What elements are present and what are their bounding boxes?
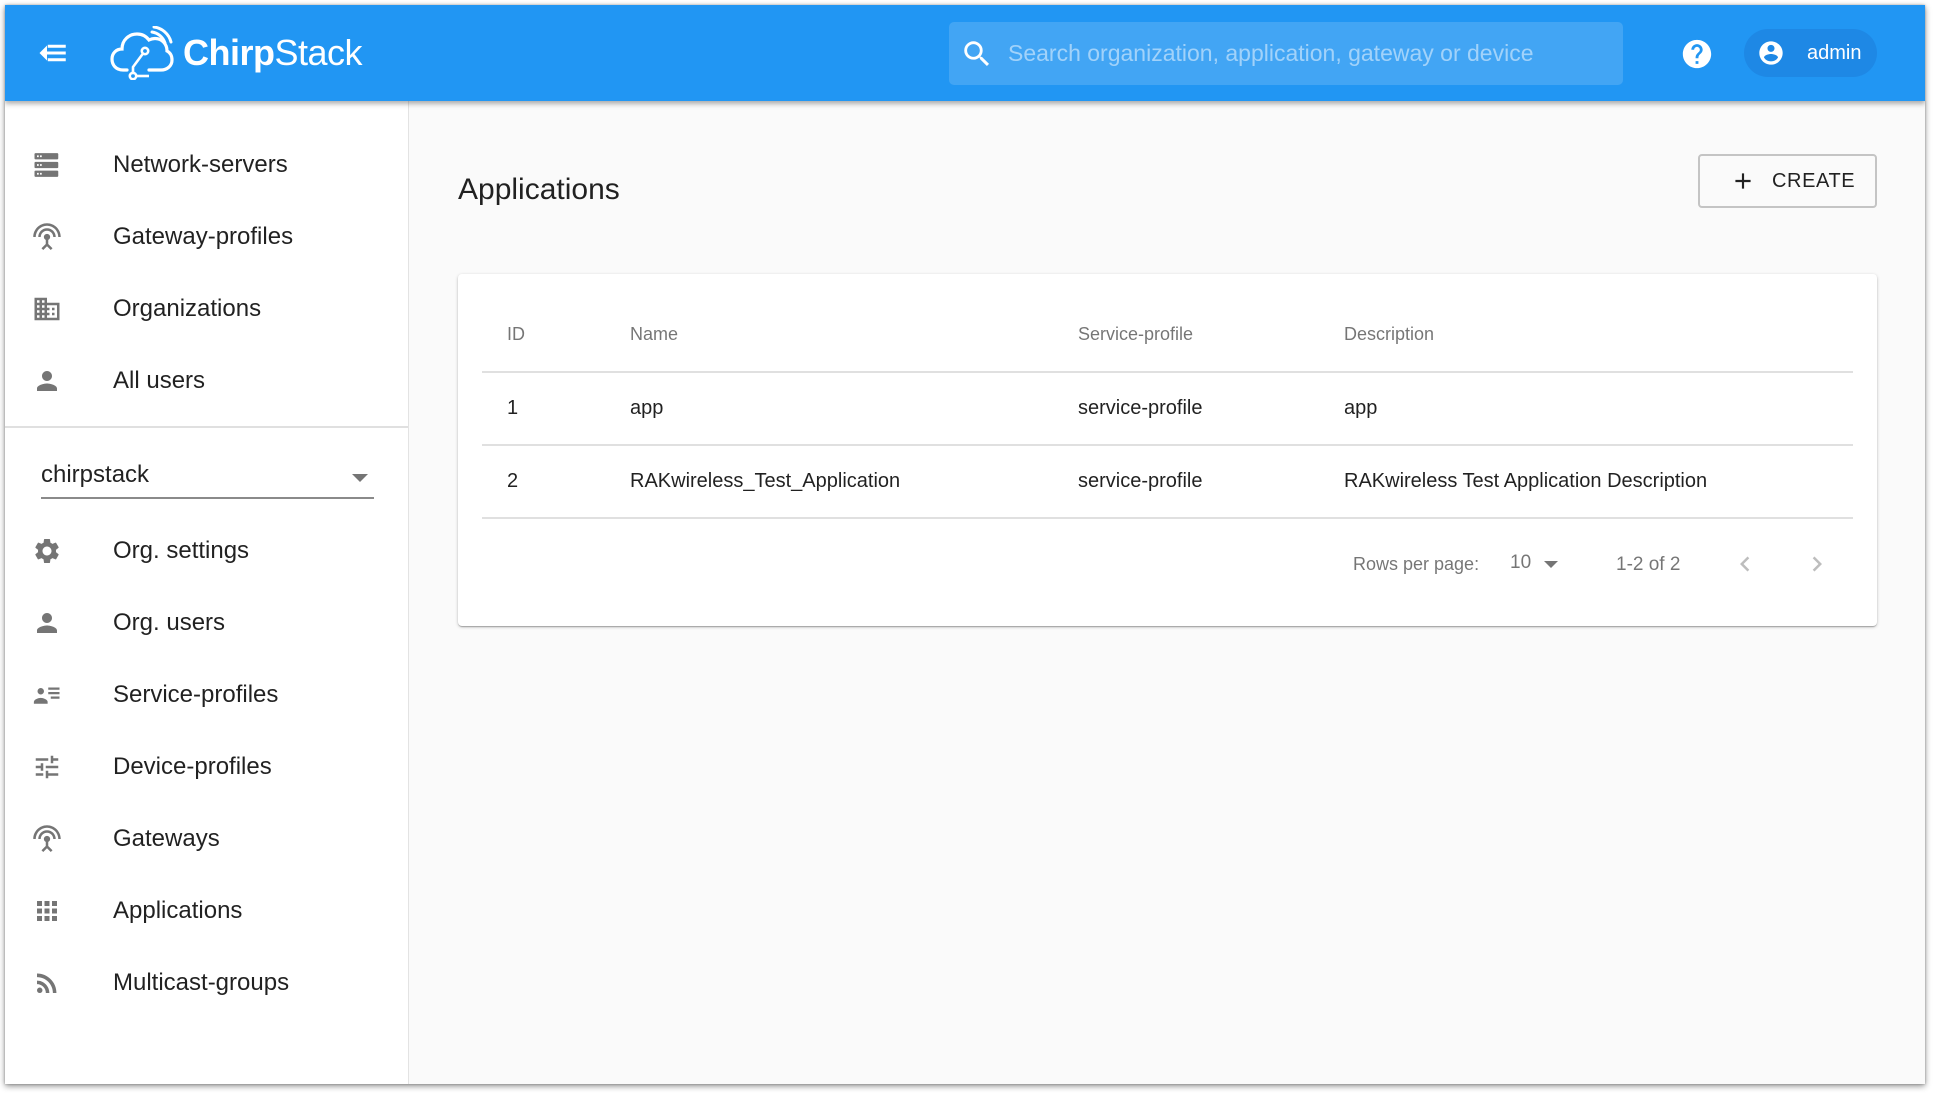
table-pagination: Rows per page: 10 1-2 of 2 — [458, 534, 1877, 594]
sidebar-item-service-profiles[interactable]: Service-profiles — [5, 659, 408, 731]
sidebar-item-network-servers[interactable]: Network-servers — [5, 129, 408, 201]
column-header-name: Name — [630, 324, 679, 344]
menu-collapse-icon — [39, 44, 66, 62]
person-icon — [32, 608, 62, 638]
organization-select-value: chirpstack — [41, 461, 150, 488]
table-row[interactable]: 2 RAKwireless_Test_Application service-p… — [482, 446, 1853, 519]
help-icon — [1682, 39, 1712, 69]
cell-id: 1 — [507, 397, 519, 419]
sidebar-item-label: Organizations — [113, 295, 262, 322]
collapse-menu-button[interactable] — [35, 35, 71, 71]
rows-per-page-select[interactable]: 10 — [1510, 552, 1566, 580]
create-application-button[interactable]: CREATE — [1698, 154, 1877, 208]
sidebar-item-org-users[interactable]: Org. users — [5, 587, 408, 659]
organization-select[interactable]: chirpstack — [41, 453, 374, 499]
sidebar-item-organizations[interactable]: Organizations — [5, 273, 408, 345]
sidebar-item-label: Applications — [113, 897, 243, 924]
table-row[interactable]: 1 app service-profile app — [482, 373, 1853, 446]
sidebar-item-device-profiles[interactable]: Device-profiles — [5, 731, 408, 803]
applications-table-card: ID Name Service-profile Description 1 ap… — [458, 274, 1877, 626]
plus-icon — [1735, 173, 1751, 189]
cell-description: RAKwireless Test Application Description — [1344, 470, 1708, 492]
sidebar-item-all-users[interactable]: All users — [5, 345, 408, 417]
column-header-id: ID — [507, 324, 525, 344]
column-header-description: Description — [1344, 324, 1435, 344]
antenna-icon — [32, 222, 62, 252]
chevron-left-icon — [1740, 556, 1750, 572]
sidebar-item-org-settings[interactable]: Org. settings — [5, 515, 408, 587]
cloud-logo-icon — [110, 26, 174, 80]
create-button-label: CREATE — [1772, 169, 1856, 192]
previous-page-button[interactable] — [1727, 546, 1763, 582]
username: admin — [1807, 41, 1862, 64]
account-circle-icon — [1759, 41, 1783, 65]
search-icon — [964, 40, 990, 66]
dropdown-arrow-icon — [352, 474, 368, 482]
gear-icon — [32, 536, 62, 566]
rows-per-page-label: Rows per page: — [1353, 554, 1480, 574]
sidebar-item-applications[interactable]: Applications — [5, 875, 408, 947]
server-icon — [32, 150, 62, 180]
sidebar-item-label: Gateways — [113, 825, 220, 852]
tune-icon — [32, 752, 62, 782]
search-input[interactable] — [1008, 40, 1598, 67]
building-icon — [32, 294, 62, 324]
table-header-row: ID Name Service-profile Description — [482, 274, 1853, 373]
sidebar-item-label: Network-servers — [113, 151, 288, 178]
global-search[interactable] — [949, 22, 1623, 85]
sidebar-item-gateway-profiles[interactable]: Gateway-profiles — [5, 201, 408, 273]
applications-table: ID Name Service-profile Description 1 ap… — [482, 274, 1853, 519]
sidebar-divider — [5, 426, 408, 428]
application-name-link[interactable]: app — [630, 397, 663, 420]
user-menu-button[interactable]: admin — [1744, 29, 1877, 77]
person-icon — [32, 366, 62, 396]
application-name-link[interactable]: RAKwireless_Test_Application — [630, 470, 900, 493]
sidebar-item-label: Org. users — [113, 609, 226, 636]
column-header-service-profile: Service-profile — [1078, 324, 1194, 344]
help-button[interactable] — [1680, 37, 1712, 69]
antenna-icon — [32, 824, 62, 854]
next-page-button[interactable] — [1799, 546, 1835, 582]
sidebar-item-gateways[interactable]: Gateways — [5, 803, 408, 875]
sidebar: Network-servers Gateway-profiles Organiz… — [5, 101, 409, 1084]
sidebar-item-label: Multicast-groups — [113, 969, 290, 996]
contact-list-icon — [32, 680, 62, 710]
sidebar-item-multicast-groups[interactable]: Multicast-groups — [5, 947, 408, 1019]
pagination-range: 1-2 of 2 — [1616, 554, 1681, 575]
chevron-right-icon — [1812, 556, 1822, 572]
service-profile-link[interactable]: service-profile — [1078, 470, 1202, 493]
brand-name: ChirpStack — [183, 32, 363, 73]
rows-per-page-value: 10 — [1510, 552, 1532, 573]
apps-grid-icon — [32, 896, 62, 926]
chirpstack-logo[interactable]: ChirpStack — [109, 25, 363, 81]
cell-id: 2 — [507, 470, 519, 492]
sidebar-item-label: Device-profiles — [113, 753, 272, 780]
dropdown-arrow-icon — [1544, 561, 1558, 568]
sidebar-item-label: Org. settings — [113, 537, 250, 564]
sidebar-item-label: All users — [113, 367, 206, 394]
app-bar: ChirpStack admin — [5, 5, 1925, 101]
sidebar-item-label: Service-profiles — [113, 681, 279, 708]
page-title: Applications — [458, 173, 620, 206]
sidebar-item-label: Gateway-profiles — [113, 223, 294, 250]
service-profile-link[interactable]: service-profile — [1078, 397, 1202, 420]
rss-feed-icon — [32, 968, 62, 998]
cell-description: app — [1344, 397, 1378, 419]
app-window: ChirpStack admin Network-servers — [5, 5, 1925, 1084]
